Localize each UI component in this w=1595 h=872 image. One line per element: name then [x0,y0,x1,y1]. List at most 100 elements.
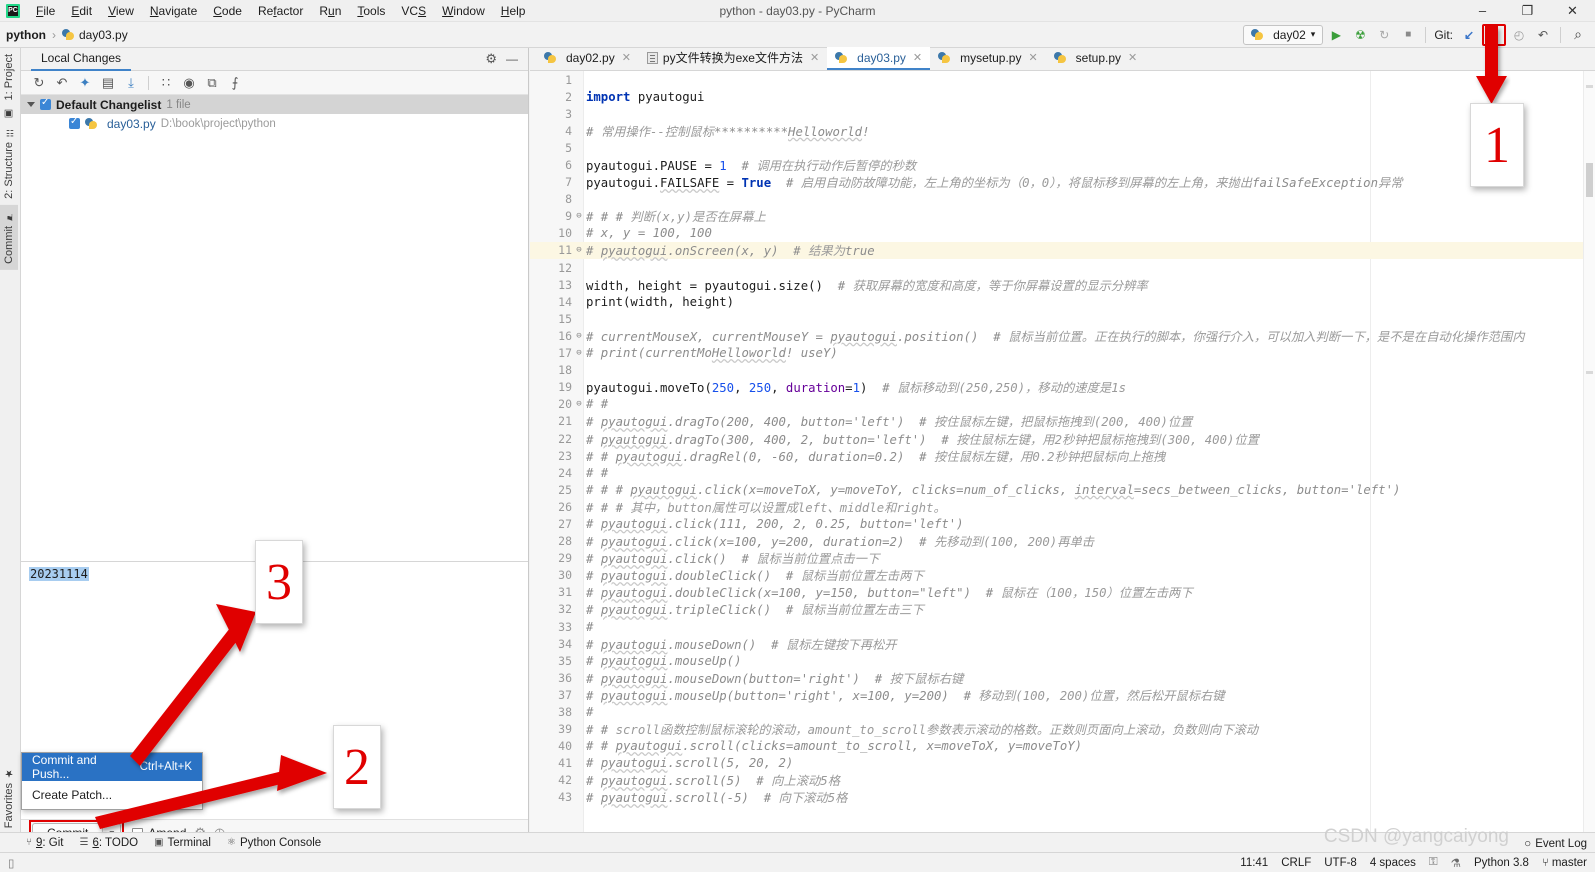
run-configuration-selector[interactable]: day02 ▾ [1243,24,1324,45]
menu-item-file[interactable]: File [28,2,63,20]
code-line[interactable]: 13 width, height = pyautogui.size() # 获取屏… [530,276,1595,293]
file-encoding[interactable]: UTF-8 [1324,857,1357,869]
editor-tab-day03py[interactable]: day03.py ✕ [827,47,931,70]
tab-local-changes[interactable]: Local Changes [31,48,132,71]
fold-marker[interactable]: ⊖ [572,245,586,255]
line-separator[interactable]: CRLF [1281,857,1311,869]
changelist-checkbox[interactable] [40,96,51,110]
code-line[interactable]: 40 # # pyautogui.scroll(clicks=amount_to_… [530,738,1595,755]
menu-item-window[interactable]: Window [434,2,493,20]
tool-window-6todo[interactable]: ☰ 6: TODO [80,837,139,849]
code-line[interactable]: 23 # # pyautogui.dragRel(0, -60, duration… [530,447,1595,464]
code-line[interactable]: 5 [530,139,1595,156]
code-line[interactable]: 9 ⊖ # # # 判断(x,y)是否在屏幕上 [530,208,1595,225]
tool-window-9git[interactable]: ⑂ 9: Git [26,837,64,849]
code-line[interactable]: 29 # pyautogui.click() # 鼠标当前位置点击一下 [530,550,1595,567]
fold-marker[interactable]: ⊖ [572,331,586,341]
code-content[interactable]: 1 2 import pyautogui 3 4 # 常用操作--控制鼠标********… [530,71,1595,846]
code-line[interactable]: 38 # [530,703,1595,720]
tool-window-pythonconsole[interactable]: ⚛ Python Console [227,837,321,849]
sidebar-item-commit[interactable]: Commit ⚑ [0,205,18,271]
code-line[interactable]: 10 # x, y = 100, 100 [530,225,1595,242]
code-line[interactable]: 41 # pyautogui.scroll(5, 20, 2) [530,755,1595,772]
code-line[interactable]: 42 # pyautogui.scroll(5) # 向上滚动5格 [530,772,1595,789]
close-button[interactable]: ✕ [1550,0,1595,22]
scroll-thumb[interactable] [1586,163,1593,197]
menu-item-help[interactable]: Help [493,2,534,20]
run-button[interactable]: ▶ [1325,25,1347,45]
code-line[interactable]: 26 # # # 其中，button属性可以设置成left、middle和righ… [530,498,1595,515]
menu-item-tools[interactable]: Tools [349,2,393,20]
search-icon[interactable]: ⌕ [1567,25,1589,45]
code-line[interactable]: 30 # pyautogui.doubleClick() # 鼠标当前位置左击两下 [530,567,1595,584]
menu-item-vcs[interactable]: VCS [393,2,434,20]
minimize-button[interactable]: – [1460,0,1505,22]
code-line[interactable]: 37 # pyautogui.mouseUp(button='right', x=… [530,686,1595,703]
code-editor[interactable]: 1 2 import pyautogui 3 4 # 常用操作--控制鼠标********… [530,71,1595,846]
code-line[interactable]: 39 # # scroll函数控制鼠标滚轮的滚动，amount_to_scroll… [530,721,1595,738]
chevron-down-icon[interactable] [27,102,35,107]
file-checkbox[interactable] [69,115,80,129]
code-line[interactable]: 7 pyautogui.FAILSAFE = True # 启用自动防故障功能，左… [530,174,1595,191]
code-line[interactable]: 20 ⊖ # # [530,396,1595,413]
code-line[interactable]: 28 # pyautogui.click(x=100, y=200, durati… [530,533,1595,550]
show-diff-icon[interactable]: ▤ [98,73,118,93]
code-line[interactable]: 6 pyautogui.PAUSE = 1 # 调用在执行动作后暂停的秒数 [530,156,1595,173]
event-log-widget[interactable]: ○ Event Log [1524,838,1587,850]
code-line[interactable]: 35 # pyautogui.mouseUp() [530,652,1595,669]
close-tab-icon[interactable]: ✕ [810,51,819,64]
shelve-icon[interactable]: ✦ [75,73,95,93]
editor-tab-mysetuppy[interactable]: mysetup.py ✕ [930,47,1046,70]
code-line[interactable]: 43 # pyautogui.scroll(-5) # 向下滚动5格 [530,789,1595,806]
expand-all-icon[interactable]: ⧉ [202,73,222,93]
close-tab-icon[interactable]: ✕ [1128,51,1137,64]
code-line[interactable]: 31 # pyautogui.doubleClick(x=100, y=150, … [530,584,1595,601]
code-line[interactable]: 25 # # # pyautogui.click(x=moveToX, y=mov… [530,481,1595,498]
code-line[interactable]: 19 pyautogui.moveTo(250, 250, duration=1)… [530,379,1595,396]
code-line[interactable]: 18 [530,362,1595,379]
code-line[interactable]: 24 # # [530,464,1595,481]
code-line[interactable]: 22 # pyautogui.dragTo(300, 400, 2, button… [530,430,1595,447]
hide-panel-icon[interactable]: — [506,52,518,66]
menu-item-view[interactable]: View [100,2,142,20]
rollback-icon[interactable]: ↶ [52,73,72,93]
code-line[interactable]: 17 ⊖ # print(currentMoHelloworld! useY) [530,345,1595,362]
menu-item-run[interactable]: Run [311,2,349,20]
close-tab-icon[interactable]: ✕ [622,51,631,64]
code-line[interactable]: 14 print(width, height) [530,293,1595,310]
download-icon[interactable]: ⤓ [121,73,141,93]
code-line[interactable]: 1 [530,71,1595,88]
sidebar-item-project[interactable]: 1: Project [0,48,18,106]
fold-marker[interactable]: ⊖ [572,348,586,358]
menu-item-refactor[interactable]: Refactor [250,2,311,20]
code-line[interactable]: 3 [530,105,1595,122]
menu-item-code[interactable]: Code [205,2,250,20]
code-line[interactable]: 16 ⊖ # currentMouseX, currentMouseY = pyau… [530,327,1595,344]
changelist-row[interactable]: Default Changelist 1 file [21,95,528,114]
python-interpreter[interactable]: Python 3.8 [1474,857,1529,869]
breadcrumb-file[interactable]: day03.py [79,28,128,42]
editor-tab-day02py[interactable]: day02.py ✕ [536,47,639,70]
gear-icon[interactable]: ⚙ [485,51,497,67]
editor-tab-pyexe[interactable]: py文件转换为exe文件方法 ✕ [639,47,827,70]
code-line[interactable]: 33 # [530,618,1595,635]
code-line[interactable]: 2 import pyautogui [530,88,1595,105]
fold-marker[interactable]: ⊖ [572,399,586,409]
refresh-icon[interactable]: ↻ [29,73,49,93]
close-tab-icon[interactable]: ✕ [913,51,922,64]
debug-button[interactable]: ☢ [1349,25,1371,45]
run-coverage-button[interactable]: ↻ [1373,25,1395,45]
menu-item-edit[interactable]: Edit [63,2,100,20]
sidebar-item-structure[interactable]: 2: Structure ☷ [0,121,18,205]
git-branch-widget[interactable]: ⑂ master [1542,857,1587,869]
close-tab-icon[interactable]: ✕ [1028,51,1037,64]
preview-diff-icon[interactable]: ◉ [179,73,199,93]
code-line[interactable]: 11 ⊖ # pyautogui.onScreen(x, y) # 结果为true [530,241,1595,260]
breadcrumb-project[interactable]: python [6,28,46,42]
caret-position[interactable]: 11:41 [1240,857,1268,869]
editor-tab-setuppy[interactable]: setup.py ✕ [1046,47,1146,70]
group-by-icon[interactable]: ∷ [156,73,176,93]
maximize-button[interactable]: ❐ [1505,0,1550,22]
code-line[interactable]: 34 # pyautogui.mouseDown() # 鼠标左键按下再松开 [530,635,1595,652]
code-line[interactable]: 4 # 常用操作--控制鼠标**********Helloworld! [530,122,1595,139]
